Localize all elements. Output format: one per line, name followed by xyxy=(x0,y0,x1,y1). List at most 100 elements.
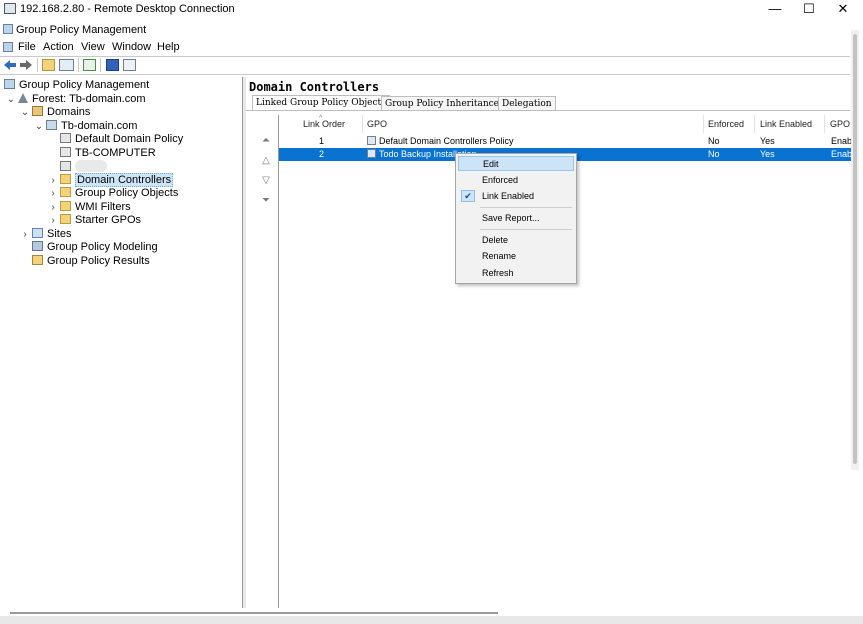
menu-window[interactable]: Window xyxy=(112,41,151,53)
tree-item-label: Group Policy Objects xyxy=(75,187,179,199)
sites-icon xyxy=(32,228,43,238)
col-link-enabled[interactable]: Link Enabled xyxy=(760,119,812,133)
console-icon[interactable] xyxy=(123,59,136,71)
col-gpo-status[interactable]: GPO xyxy=(830,119,850,133)
maximize-button[interactable]: ☐ xyxy=(792,0,826,18)
vertical-scroll-thumb[interactable] xyxy=(853,34,857,464)
domains-icon xyxy=(32,106,43,116)
console-tree: Group Policy Management ⌄ Forest: Tb-dom… xyxy=(0,77,243,608)
menu-file[interactable]: File xyxy=(18,41,36,53)
menu-item-rename[interactable]: Rename xyxy=(458,249,574,264)
tab-linked-gpos[interactable]: Linked Group Policy Objects xyxy=(252,95,390,111)
cell-link-order: 1 xyxy=(319,136,325,146)
domain-icon xyxy=(46,120,57,130)
redacted-label xyxy=(75,160,107,172)
menu-action[interactable]: Action xyxy=(43,41,74,53)
collapse-icon[interactable]: ⌄ xyxy=(34,120,44,133)
gpm-icon xyxy=(4,79,15,89)
menu-item-refresh[interactable]: Refresh xyxy=(458,266,574,281)
table-row[interactable]: 1 Default Domain Controllers Policy No Y… xyxy=(279,135,851,148)
tree-item-tb-computer[interactable]: TB-COMPUTER xyxy=(60,147,156,160)
expand-icon[interactable]: › xyxy=(48,187,58,200)
tree-item-starter-gpos[interactable]: › Starter GPOs xyxy=(51,214,142,227)
menu-view[interactable]: View xyxy=(81,41,105,53)
collapse-icon[interactable]: ⌄ xyxy=(20,106,30,119)
menu-item-delete[interactable]: Delete xyxy=(458,233,574,248)
details-header: Domain Controllers xyxy=(246,77,850,95)
expand-icon[interactable]: › xyxy=(48,201,58,214)
help-icon[interactable] xyxy=(106,59,119,71)
results-icon xyxy=(32,255,43,265)
close-button[interactable]: ✕ xyxy=(826,0,860,18)
gpo-link-icon xyxy=(60,147,71,157)
forward-icon[interactable] xyxy=(19,59,33,71)
menu-item-enforced[interactable]: Enforced xyxy=(458,173,574,188)
move-down-icon[interactable]: ▽ xyxy=(260,175,272,187)
gpo-link-icon xyxy=(367,149,376,158)
tab-inheritance[interactable]: Group Policy Inheritance xyxy=(381,96,503,111)
menu-item-label: Refresh xyxy=(482,268,514,278)
cell-enforced: No xyxy=(708,136,720,146)
system-menu-icon[interactable] xyxy=(3,42,13,52)
toolbar-separator xyxy=(37,58,38,72)
minimize-button[interactable]: — xyxy=(758,0,792,18)
tree-item-label: Tb-domain.com xyxy=(61,120,138,132)
ou-folder-icon xyxy=(60,174,71,184)
tree-item-label: Sites xyxy=(47,228,72,240)
tree-item-default-domain-policy[interactable]: Default Domain Policy xyxy=(60,133,183,146)
menu-item-label: Link Enabled xyxy=(482,191,535,201)
collapse-icon[interactable]: ⌄ xyxy=(6,93,16,106)
tree-item-label: WMI Filters xyxy=(75,201,131,213)
toolbar-separator xyxy=(78,58,79,72)
horizontal-scrollbar[interactable] xyxy=(10,612,498,614)
tree-item-group-policy-objects[interactable]: › Group Policy Objects xyxy=(51,187,179,200)
menu-item-label: Enforced xyxy=(482,175,519,185)
expand-icon[interactable]: › xyxy=(48,214,58,227)
tree-item-root[interactable]: Group Policy Management xyxy=(4,79,149,92)
menu-item-save-report[interactable]: Save Report... xyxy=(458,211,574,226)
tree-item-domains[interactable]: ⌄ Domains xyxy=(21,106,90,119)
expand-icon[interactable]: › xyxy=(20,228,30,241)
menu-item-link-enabled[interactable]: ✔ Link Enabled xyxy=(458,189,574,204)
tree-item-label: Group Policy Management xyxy=(19,79,150,91)
move-up-icon[interactable]: △ xyxy=(260,155,272,167)
up-folder-icon[interactable] xyxy=(42,59,55,71)
tree-item-results[interactable]: Group Policy Results xyxy=(32,255,150,268)
status-bar xyxy=(0,616,863,624)
menu-item-label: Rename xyxy=(482,251,517,261)
remote-desktop-icon xyxy=(4,3,16,14)
tree-item-label: Forest: Tb-domain.com xyxy=(32,93,146,105)
move-to-bottom-icon[interactable]: ⏷ xyxy=(260,195,272,207)
column-separator xyxy=(703,115,704,133)
tree-item-forest[interactable]: ⌄ Forest: Tb-domain.com xyxy=(7,93,146,106)
tab-delegation[interactable]: Delegation xyxy=(498,96,556,111)
cell-gpo-status: Enab xyxy=(831,136,851,146)
tree-item-label: Starter GPOs xyxy=(75,214,142,226)
app-title: Group Policy Management xyxy=(16,24,147,36)
col-link-order[interactable]: Link Order xyxy=(303,119,345,133)
tree-item-domain[interactable]: ⌄ Tb-domain.com xyxy=(35,120,138,133)
tree-item-domain-controllers[interactable]: › Domain Controllers xyxy=(51,173,174,187)
col-enforced[interactable]: Enforced xyxy=(708,119,744,133)
back-icon[interactable] xyxy=(3,59,17,71)
tree-item-label: Default Domain Policy xyxy=(75,133,184,145)
tree-item-redacted[interactable] xyxy=(60,160,107,173)
tree-item-modeling[interactable]: Group Policy Modeling xyxy=(32,241,158,254)
cell-gpo: Default Domain Controllers Policy xyxy=(379,136,514,146)
col-gpo[interactable]: GPO xyxy=(367,119,387,133)
expand-icon[interactable]: › xyxy=(48,174,58,187)
menu-item-label: Save Report... xyxy=(482,213,540,223)
move-to-top-icon[interactable]: ⏶ xyxy=(260,135,272,147)
cell-link-enabled: Yes xyxy=(760,136,775,146)
checkmark-icon: ✔ xyxy=(461,190,475,202)
cell-link-order: 2 xyxy=(319,149,325,159)
menu-item-edit[interactable]: Edit xyxy=(458,156,574,171)
folder-icon xyxy=(60,201,71,211)
menu-help[interactable]: Help xyxy=(157,41,180,53)
tree-item-wmi-filters[interactable]: › WMI Filters xyxy=(51,201,131,214)
column-separator xyxy=(362,115,363,133)
refresh-icon[interactable] xyxy=(83,59,96,71)
folder-icon xyxy=(60,187,71,197)
tree-item-sites[interactable]: › Sites xyxy=(23,228,72,241)
show-hide-tree-icon[interactable] xyxy=(59,59,74,71)
